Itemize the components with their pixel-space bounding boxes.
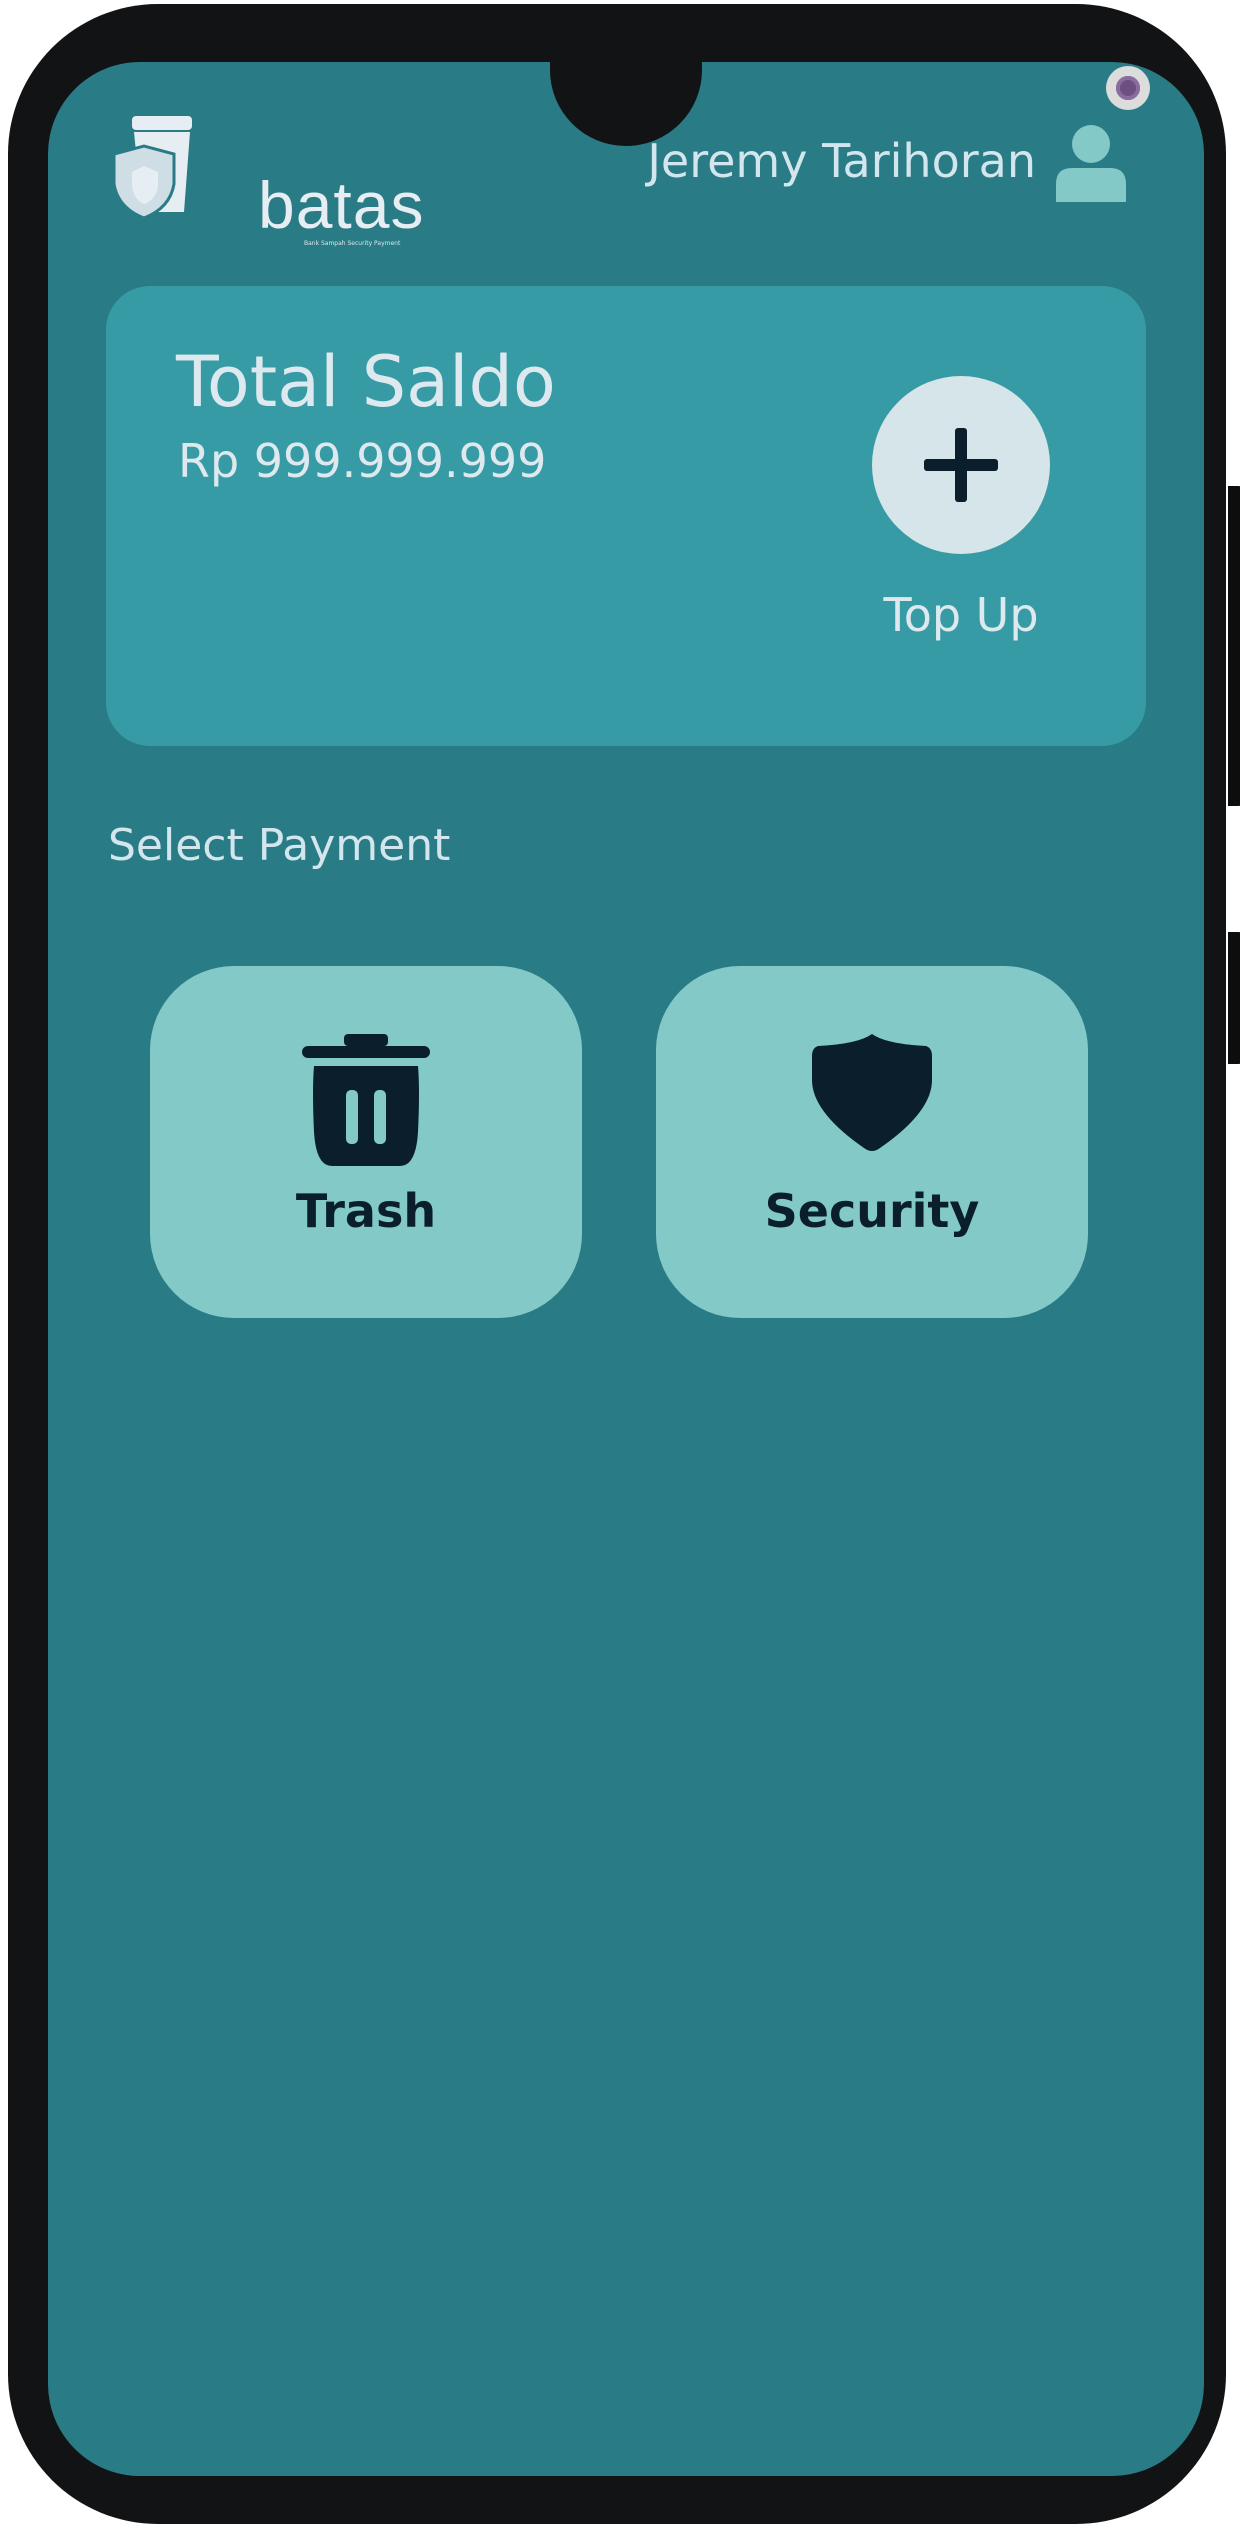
app-screen: batas Bank Sampah Security Payment Jerem…: [48, 62, 1204, 2476]
volume-button: [1228, 486, 1240, 806]
payment-option-security[interactable]: Security: [656, 966, 1088, 1318]
balance-amount: Rp 999.999.999: [178, 434, 547, 488]
balance-card: Total Saldo Rp 999.999.999 Top Up: [106, 286, 1146, 746]
trash-icon: [302, 1034, 430, 1166]
balance-title: Total Saldo: [176, 341, 556, 423]
app-logo[interactable]: batas Bank Sampah Security Payment: [108, 112, 423, 247]
select-payment-title: Select Payment: [108, 820, 451, 871]
payment-option-label: Trash: [295, 1184, 437, 1238]
phone-frame: batas Bank Sampah Security Payment Jerem…: [8, 4, 1240, 2524]
shield-icon: [812, 1034, 932, 1151]
user-name[interactable]: Jeremy Tarihoran: [647, 134, 1036, 189]
power-button: [1228, 932, 1240, 1064]
logo-icon: [112, 116, 192, 220]
logo-tagline: Bank Sampah Security Payment: [304, 240, 401, 247]
payment-option-label: Security: [764, 1184, 980, 1238]
payment-option-trash[interactable]: Trash: [150, 966, 582, 1318]
front-camera: [1106, 66, 1150, 110]
top-up-label[interactable]: Top Up: [866, 588, 1056, 642]
user-icon[interactable]: [1054, 124, 1128, 202]
top-up-button[interactable]: [872, 376, 1050, 554]
plus-icon: [924, 428, 998, 502]
logo-text: batas: [258, 168, 425, 242]
